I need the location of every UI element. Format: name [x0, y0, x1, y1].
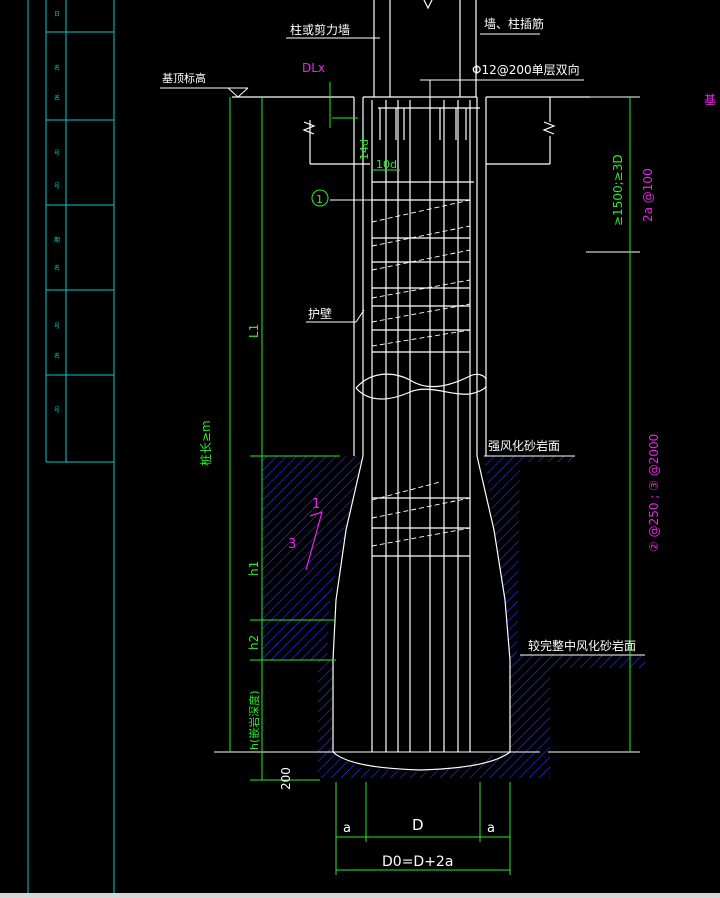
anchor-14d: 14d — [358, 139, 371, 160]
h2-label: h2 — [247, 635, 261, 650]
D-label: D — [412, 816, 424, 834]
anchor-10d: 10d — [376, 158, 397, 171]
slope-3-label: 3 — [288, 537, 296, 552]
L1-label: L1 — [247, 324, 261, 338]
tb-row-1: 日 — [54, 11, 60, 18]
stirrup-23-label: ② @250 ; ③ @2000 — [647, 434, 661, 552]
pile-detail-drawing: 日 名 名 号 号 期 名 号 名 号 1 柱或剪力墙 墙、柱插筋 基顶标高 D… — [27, 0, 716, 893]
tb-row-4: 号 — [54, 150, 60, 157]
foundation-top-label: 基顶标高 — [162, 71, 206, 85]
mesh-label: Φ12@200单层双向 — [472, 62, 580, 77]
title-block — [27, 0, 115, 893]
pile-length-label: 桩长≥m — [198, 420, 213, 466]
stirrup-marker-text: 1 — [316, 193, 323, 206]
slope-1-label: 1 — [312, 497, 320, 512]
dim-200-label: 200 — [279, 767, 293, 790]
tb-row-8: 号 — [54, 323, 60, 330]
a-left-label: a — [343, 821, 351, 836]
D0-label: D0=D+2a — [382, 854, 453, 870]
tb-row-3: 名 — [54, 94, 60, 102]
column-wall-label: 柱或剪力墙 — [290, 22, 350, 37]
dlx-label: DLx — [302, 61, 325, 75]
tb-row-10: 号 — [54, 407, 60, 414]
stirrup-2a-label: 2a @100 — [641, 168, 655, 222]
annotations: 柱或剪力墙 墙、柱插筋 基顶标高 DLx Φ12@200单层双向 基 14d 1… — [162, 16, 716, 870]
tb-row-5: 号 — [54, 183, 60, 190]
h1-label: h1 — [247, 561, 261, 576]
title-block-labels: 日 名 名 号 号 期 名 号 名 号 — [54, 11, 60, 414]
tb-row-7: 名 — [54, 264, 60, 272]
tb-row-6: 期 — [54, 236, 60, 244]
moderate-weathered-label: 较完整中风化砂岩面 — [528, 638, 636, 653]
tb-row-2: 名 — [54, 64, 60, 72]
tb-row-9: 名 — [54, 352, 60, 360]
h-rock-label: h(嵌岩深度) — [247, 690, 261, 750]
stirrup-marker: 1 — [311, 189, 329, 207]
strong-weathered-label: 强风化砂岩面 — [488, 438, 560, 453]
dense-zone-label: ≥1500;≥3D — [611, 154, 625, 226]
a-right-label: a — [487, 821, 495, 836]
status-bar — [0, 893, 720, 898]
edge-tag: 基 — [704, 93, 716, 107]
pile-body — [332, 97, 511, 771]
retaining-wall-label: 护壁 — [308, 306, 332, 321]
spiral-stirrups — [371, 199, 471, 547]
wall-rebar-label: 墙、柱插筋 — [484, 16, 544, 31]
